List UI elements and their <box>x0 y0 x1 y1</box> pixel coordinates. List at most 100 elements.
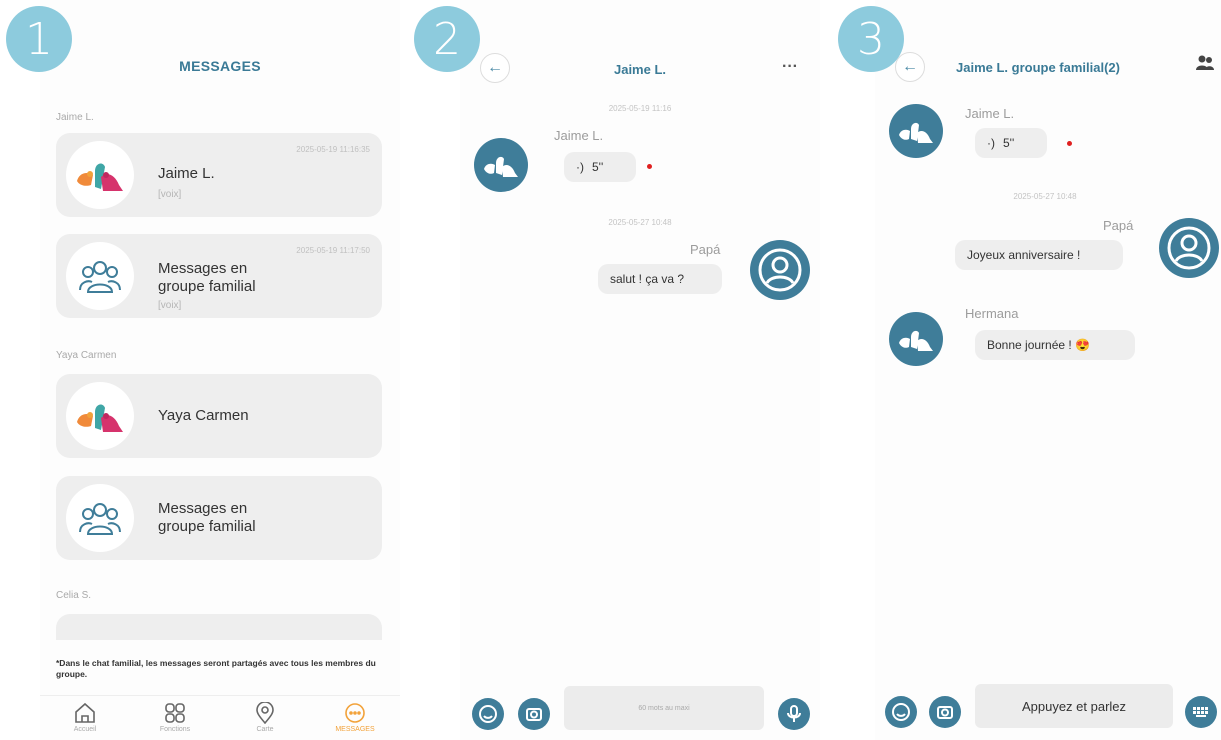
sender-name: Papá <box>690 242 721 257</box>
avatar <box>66 382 134 450</box>
conversation-card-family-group-1[interactable]: 2025-05-19 11:17:50 Messages en groupe f… <box>56 234 382 318</box>
camera-button[interactable] <box>518 698 550 730</box>
arrow-left-icon: ← <box>902 58 918 75</box>
contact-avatar <box>889 104 943 158</box>
avatar <box>66 141 134 209</box>
keyboard-icon <box>1193 707 1208 717</box>
contact-name-line2: groupe familial <box>158 278 256 295</box>
message-input[interactable]: 60 mots au maxi <box>564 686 764 730</box>
sound-wave-icon: ·) <box>576 160 584 174</box>
chat-title: Jaime L. <box>613 62 667 77</box>
tab-map[interactable]: Carte <box>225 696 305 740</box>
person-icon <box>1167 226 1211 270</box>
avatar <box>66 242 134 310</box>
camera-button[interactable] <box>929 696 961 728</box>
text-message: Bonne journée ! 😍 <box>975 330 1135 360</box>
smiley-icon <box>892 703 910 721</box>
birds-logo-icon <box>899 330 933 351</box>
tab-label: Fonctions <box>159 726 191 733</box>
voice-duration: 5'' <box>1003 136 1015 150</box>
smiley-icon <box>479 705 497 723</box>
sound-wave-icon: ·) <box>987 136 995 150</box>
group-members-icon <box>1196 55 1214 70</box>
back-button[interactable]: ← <box>895 52 925 82</box>
unread-dot <box>647 164 652 169</box>
conversation-card-family-group-2[interactable]: Messages en groupe familial <box>56 476 382 560</box>
tab-label: Accueil <box>73 726 97 733</box>
user-avatar <box>750 240 810 300</box>
timestamp: 2025-05-19 11:16:35 <box>296 145 370 154</box>
contact-name: Jaime L. <box>158 165 215 182</box>
contact-name-line1: Messages en <box>158 500 248 517</box>
sender-name: Hermana <box>965 306 1019 321</box>
message-preview: [voix] <box>158 300 182 311</box>
messages-list-screen: MESSAGES Jaime L. 2025-05-19 11:16:35 Ja… <box>40 0 400 740</box>
group-members-button[interactable] <box>1195 54 1215 77</box>
push-to-talk-button[interactable]: Appuyez et parlez <box>975 684 1173 728</box>
group-icon <box>79 503 121 535</box>
step-badge-2: 2 <box>414 6 480 72</box>
conversation-card-celia[interactable] <box>56 614 382 640</box>
tab-label: MESSAGES <box>335 726 375 733</box>
bottom-tab-bar: Accueil Fonctions Carte MESSAGES <box>40 695 400 740</box>
birds-logo-icon <box>899 122 933 143</box>
page-title: MESSAGES <box>179 58 261 74</box>
message-date: 2025-05-27 10:48 <box>608 218 672 227</box>
birds-logo-icon <box>484 156 518 177</box>
contact-name-line1: Messages en <box>158 260 248 277</box>
sender-name: Jaime L. <box>965 106 1015 121</box>
message-date: 2025-05-19 11:16 <box>608 104 672 113</box>
tab-functions[interactable]: Fonctions <box>135 696 215 740</box>
emoji-button[interactable] <box>472 698 504 730</box>
conversation-card-jaime[interactable]: 2025-05-19 11:16:35 Jaime L. [voix] <box>56 133 382 217</box>
tab-label: Carte <box>256 726 274 733</box>
message-date: 2025-05-27 10:48 <box>1013 192 1077 201</box>
contact-name-line2: groupe familial <box>158 518 256 535</box>
step-badge-1: 1 <box>6 6 72 72</box>
sender-name: Jaime L. <box>554 128 604 143</box>
camera-icon <box>937 706 953 719</box>
user-avatar <box>1159 218 1219 278</box>
group-icon <box>79 261 121 293</box>
camera-icon <box>526 708 542 721</box>
emoji-button[interactable] <box>885 696 917 728</box>
timestamp: 2025-05-19 11:17:50 <box>296 246 370 255</box>
message-input-placeholder: 60 mots au maxi <box>638 704 690 712</box>
person-icon <box>758 248 802 292</box>
chat-screen-jaime: ← Jaime L. ··· 2025-05-19 11:16 Jaime L.… <box>460 0 820 740</box>
text-message: Joyeux anniversaire ! <box>955 240 1123 270</box>
voice-message[interactable]: ·) 5'' <box>564 152 636 182</box>
push-to-talk-label: Appuyez et parlez <box>1021 698 1127 714</box>
message-preview: [voix] <box>158 189 182 200</box>
avatar <box>66 484 134 552</box>
microphone-button[interactable] <box>778 698 810 730</box>
birds-logo-icon <box>77 163 123 191</box>
tab-home[interactable]: Accueil <box>45 696 125 740</box>
sender-name: Papá <box>1103 218 1134 233</box>
step-badge-3: 3 <box>838 6 904 72</box>
contact-avatar <box>889 312 943 366</box>
birds-logo-icon <box>77 404 123 432</box>
home-icon <box>75 702 95 723</box>
contact-avatar <box>474 138 528 192</box>
grid-icon <box>165 703 185 723</box>
chat-title: Jaime L. groupe familial(2) <box>956 60 1120 75</box>
section-label-yaya: Yaya Carmen <box>56 350 117 361</box>
text-message: salut ! ça va ? <box>598 264 722 294</box>
family-chat-note: *Dans le chat familial, les messages ser… <box>56 658 376 679</box>
voice-message[interactable]: ·) 5'' <box>975 128 1047 158</box>
more-options-button[interactable]: ··· <box>782 58 798 76</box>
location-icon <box>256 702 274 724</box>
contact-name: Yaya Carmen <box>158 407 249 424</box>
tutorial-screens: 1 2 3 MESSAGES Jaime L. 2025-05-19 11:16… <box>0 0 1221 740</box>
section-label-jaime: Jaime L. <box>56 112 94 123</box>
chat-screen-family-group: ← Jaime L. groupe familial(2) Jaime L. ·… <box>875 0 1221 740</box>
chat-icon <box>345 703 365 723</box>
microphone-icon <box>787 705 801 722</box>
voice-duration: 5'' <box>592 160 604 174</box>
unread-dot <box>1067 141 1072 146</box>
conversation-card-yaya[interactable]: Yaya Carmen <box>56 374 382 458</box>
tab-messages[interactable]: MESSAGES <box>315 696 395 740</box>
section-label-celia: Celia S. <box>56 590 92 601</box>
keyboard-button[interactable] <box>1185 696 1217 728</box>
